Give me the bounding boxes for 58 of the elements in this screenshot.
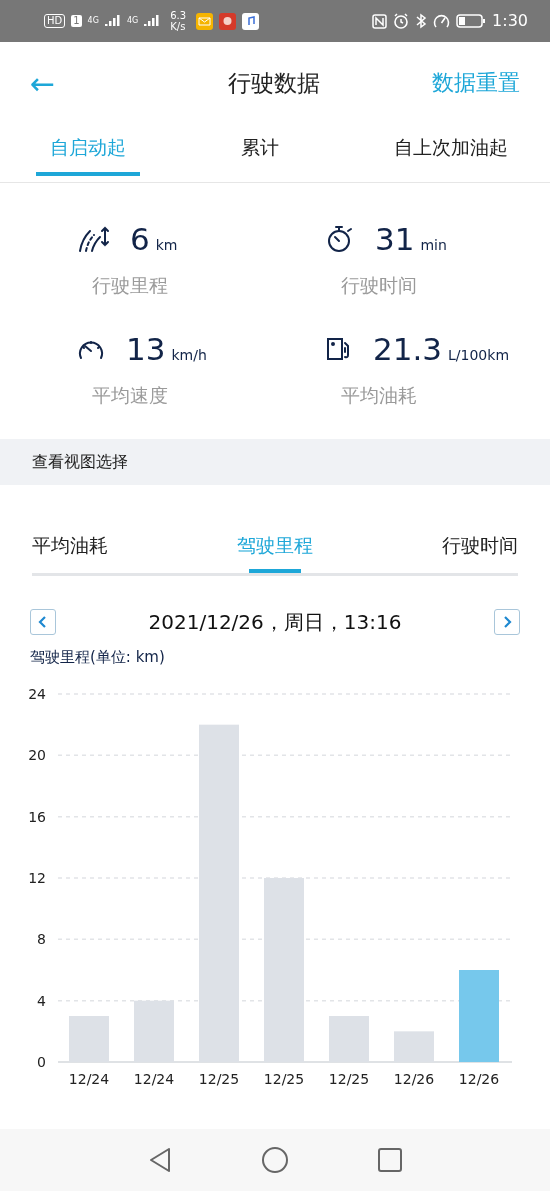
chart-tab[interactable]: 平均油耗	[32, 533, 108, 573]
stat-value: 21.3 L/100km	[373, 331, 509, 367]
axis-tick-label: 4	[37, 992, 46, 1009]
axis-tick-label: 12/24	[68, 1071, 110, 1087]
mail-app-icon	[196, 12, 214, 30]
tab[interactable]: 自上次加油起	[380, 124, 522, 176]
axis-tick-label: 12/25	[198, 1071, 240, 1087]
axis-tick-label: 0	[37, 1054, 46, 1070]
axis-tick-label: 8	[37, 931, 46, 948]
recents-nav-icon[interactable]	[377, 1147, 403, 1173]
axis-tick-label: 24	[28, 686, 46, 702]
stat-label: 行驶里程	[92, 273, 169, 298]
stopwatch-icon	[325, 224, 355, 254]
chart-tab[interactable]: 行驶时间	[442, 533, 518, 573]
clock-time: 1:30	[492, 13, 528, 29]
sim-badge: 1	[71, 15, 82, 27]
axis-tick-label: 12/24	[133, 1071, 175, 1087]
page-title: 行驶数据	[227, 68, 320, 98]
bar	[329, 1016, 369, 1062]
next-button[interactable]	[494, 609, 520, 635]
stat-label: 平均速度	[92, 383, 169, 408]
date-label: 2021/12/26，周日，13:16	[148, 608, 402, 636]
nfc-icon	[372, 13, 388, 29]
axis-tick-label: 12/25	[263, 1071, 305, 1087]
section-header: 查看视图选择	[0, 439, 550, 485]
stat-label: 平均油耗	[341, 383, 418, 408]
axis-tick-label: 12/26	[393, 1071, 435, 1087]
tab[interactable]: 累计	[227, 124, 293, 176]
music-app-icon	[242, 12, 260, 30]
axis-tick-label: 12	[28, 870, 46, 886]
gauge-icon	[433, 13, 451, 29]
chevron-right-icon	[501, 615, 513, 629]
alarm-icon	[393, 13, 410, 29]
bar	[394, 1031, 434, 1062]
chart-title: 驾驶里程(单位: km)	[29, 648, 166, 668]
axis-tick-label: 20	[28, 747, 46, 764]
bluetooth-icon	[415, 13, 428, 29]
axis-tick-label: 12/25	[328, 1071, 370, 1087]
bar	[69, 1016, 109, 1062]
chevron-left-icon	[37, 615, 49, 629]
network-label: 4G	[87, 17, 99, 25]
axis-tick-label: 16	[28, 808, 46, 825]
signal-icon	[144, 14, 161, 28]
network-speed: 6.3 K/s	[170, 10, 187, 32]
stat-value: 13 km/h	[126, 331, 207, 367]
axis-tick-label: 12/26	[458, 1071, 500, 1087]
stat-value: 6 km	[130, 221, 178, 257]
previous-button[interactable]	[30, 609, 56, 635]
signal-icon	[104, 14, 121, 28]
road-icon	[76, 225, 110, 253]
network-label: 4G	[126, 17, 139, 25]
back-nav-icon[interactable]	[147, 1146, 173, 1174]
app-icon	[219, 12, 237, 30]
battery-icon	[456, 13, 487, 29]
home-nav-icon[interactable]	[261, 1146, 289, 1174]
hd-badge: HD	[44, 14, 66, 28]
stat-label: 行驶时间	[341, 273, 418, 298]
stat-value: 31 min	[375, 221, 447, 257]
